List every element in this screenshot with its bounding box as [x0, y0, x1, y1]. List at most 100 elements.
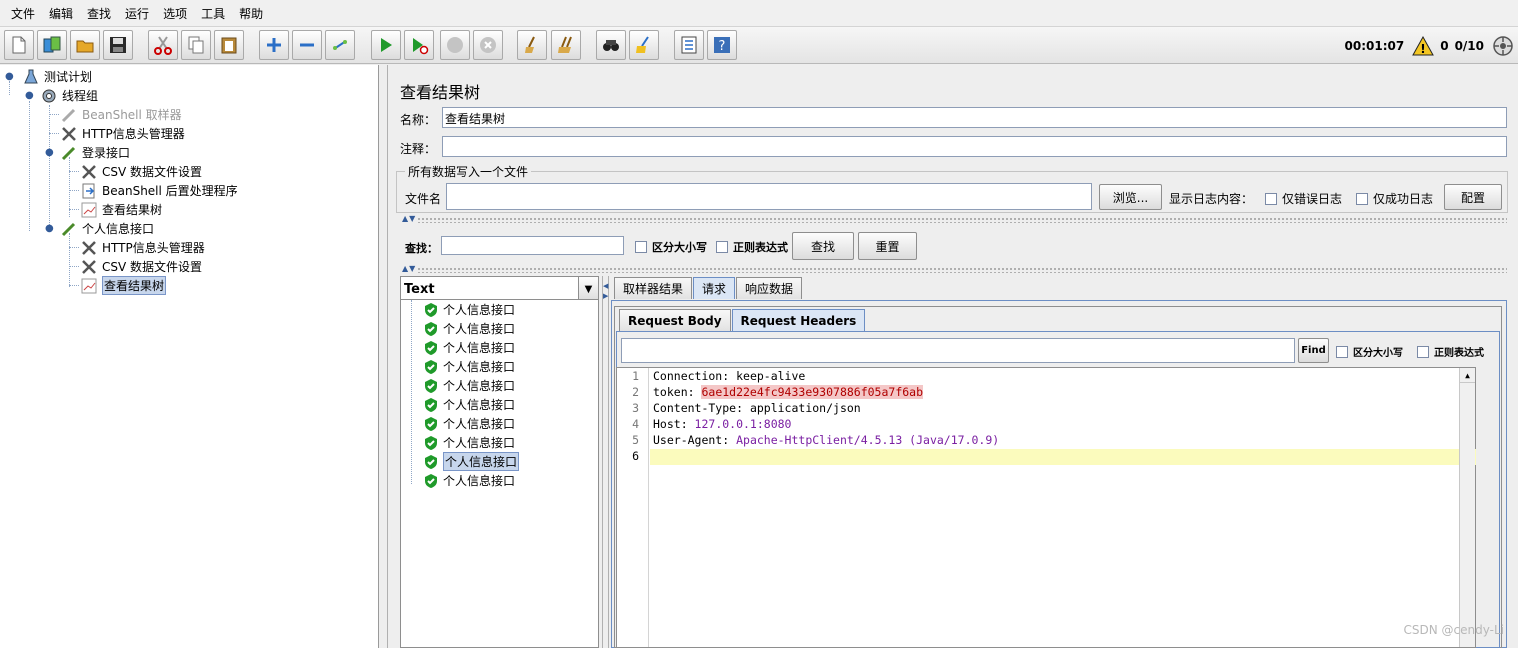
- search-label: 查找：: [405, 242, 438, 255]
- menu-run[interactable]: 运行: [118, 5, 156, 22]
- shutdown-button[interactable]: [473, 30, 503, 60]
- tab-request-headers[interactable]: Request Headers: [731, 309, 866, 331]
- scroll-up-icon[interactable]: ▲: [1460, 368, 1475, 383]
- stop-button[interactable]: [440, 30, 470, 60]
- headers-case-checkbox[interactable]: 区分大小写: [1336, 344, 1403, 359]
- chevron-down-icon[interactable]: ▼: [578, 277, 598, 301]
- cut-button[interactable]: [148, 30, 178, 60]
- list-item[interactable]: 个人信息接口: [423, 376, 515, 395]
- collapse-button[interactable]: [292, 30, 322, 60]
- paste-button[interactable]: [214, 30, 244, 60]
- configure-button[interactable]: 配置: [1444, 184, 1502, 210]
- collapse-arrows-icon[interactable]: ▲▼: [402, 214, 416, 223]
- headers-regex-checkbox[interactable]: 正则表达式: [1417, 344, 1484, 359]
- headers-find-button[interactable]: Find: [1298, 338, 1329, 363]
- success-shield-icon: [423, 321, 439, 337]
- expand-toggle-icon[interactable]: ●: [45, 224, 54, 234]
- divider[interactable]: [417, 217, 1507, 223]
- editor-scrollbar[interactable]: ▲: [1459, 368, 1475, 647]
- results-splitter[interactable]: ◀ ▶: [602, 276, 609, 648]
- divider[interactable]: [417, 267, 1507, 273]
- headers-text-editor[interactable]: 1 Connection: keep-alive 2 token: 6ae1d2…: [616, 367, 1476, 648]
- list-item[interactable]: 个人信息接口: [423, 319, 515, 338]
- errors-only-checkbox[interactable]: 仅错误日志: [1265, 190, 1342, 207]
- tree-node-http-header-manager[interactable]: HTTP信息头管理器: [60, 124, 185, 143]
- copy-button[interactable]: [181, 30, 211, 60]
- wrench-icon: [80, 258, 98, 275]
- warning-icon[interactable]: !: [1412, 36, 1435, 56]
- menu-search[interactable]: 查找: [80, 5, 118, 22]
- menu-edit[interactable]: 编辑: [42, 5, 80, 22]
- expand-toggle-icon[interactable]: ●: [45, 148, 54, 158]
- open-icon: [76, 40, 94, 53]
- tree-node-view-results-tree-selected[interactable]: 查看结果树: [80, 276, 167, 295]
- list-item[interactable]: 个人信息接口: [423, 414, 515, 433]
- search-field[interactable]: [441, 236, 624, 255]
- menu-tools[interactable]: 工具: [194, 5, 232, 22]
- chart-icon: [80, 277, 98, 294]
- headers-search-field[interactable]: [621, 338, 1295, 363]
- open-button[interactable]: [70, 30, 100, 60]
- wrench-icon: [80, 239, 98, 256]
- menu-help[interactable]: 帮助: [232, 5, 270, 22]
- help-button[interactable]: ?: [707, 30, 737, 60]
- tree-node-view-results-tree[interactable]: 查看结果树: [80, 200, 162, 219]
- browse-button[interactable]: 浏览...: [1099, 184, 1162, 210]
- tree-node-beanshell-postprocessor[interactable]: BeanShell 后置处理程序: [80, 181, 238, 200]
- remote-status-icon[interactable]: [1492, 35, 1514, 57]
- regex-checkbox[interactable]: 正则表达式: [716, 239, 788, 255]
- templates-button[interactable]: [37, 30, 67, 60]
- list-item-selected[interactable]: 个人信息接口: [423, 452, 520, 471]
- tree-node-test-plan[interactable]: 测试计划: [22, 67, 92, 86]
- list-item[interactable]: 个人信息接口: [423, 338, 515, 357]
- menu-options[interactable]: 选项: [156, 5, 194, 22]
- menu-file[interactable]: 文件: [4, 5, 42, 22]
- reset-button[interactable]: 重置: [858, 232, 917, 260]
- splitter-arrow-left-icon[interactable]: ◀: [603, 282, 608, 290]
- new-button[interactable]: [4, 30, 34, 60]
- success-only-checkbox[interactable]: 仅成功日志: [1356, 190, 1433, 207]
- comment-field[interactable]: [442, 136, 1507, 157]
- tab-request[interactable]: 请求: [693, 277, 736, 299]
- search-button[interactable]: [596, 30, 626, 60]
- tab-response-data[interactable]: 响应数据: [736, 277, 803, 299]
- expand-toggle-icon[interactable]: ●: [5, 72, 14, 82]
- toggle-button[interactable]: [325, 30, 355, 60]
- filename-field[interactable]: [446, 183, 1092, 210]
- list-item[interactable]: 个人信息接口: [423, 395, 515, 414]
- tree-node-label: CSV 数据文件设置: [102, 260, 203, 274]
- list-item[interactable]: 个人信息接口: [423, 300, 515, 319]
- tree-node-csv-data-set[interactable]: CSV 数据文件设置: [80, 257, 202, 276]
- tab-request-body[interactable]: Request Body: [619, 309, 731, 331]
- case-sensitive-checkbox[interactable]: 区分大小写: [635, 239, 707, 255]
- name-field[interactable]: 查看结果树: [442, 107, 1507, 128]
- splitter-arrow-right-icon[interactable]: ▶: [603, 292, 608, 300]
- tree-node-http-header-manager[interactable]: HTTP信息头管理器: [80, 238, 205, 257]
- tab-sampler-result[interactable]: 取样器结果: [614, 277, 693, 299]
- list-item[interactable]: 个人信息接口: [423, 357, 515, 376]
- tree-node-label: HTTP信息头管理器: [102, 241, 205, 255]
- tree-node-profile-api[interactable]: 个人信息接口: [60, 219, 154, 238]
- find-button[interactable]: 查找: [792, 232, 854, 260]
- tree-node-csv-data-set[interactable]: CSV 数据文件设置: [80, 162, 202, 181]
- tree-node-beanshell-sampler[interactable]: BeanShell 取样器: [60, 105, 182, 124]
- wrench-icon: [80, 163, 98, 180]
- code-line: Connection: keep-alive: [653, 369, 806, 383]
- clear-all-button[interactable]: [551, 30, 581, 60]
- copy-icon: [188, 36, 204, 54]
- list-item[interactable]: 个人信息接口: [423, 433, 515, 452]
- success-shield-icon: [423, 416, 439, 432]
- start-button[interactable]: [371, 30, 401, 60]
- clear-button[interactable]: [517, 30, 547, 60]
- function-helper-button[interactable]: [674, 30, 704, 60]
- expand-toggle-icon[interactable]: ●: [25, 91, 34, 101]
- save-button[interactable]: [103, 30, 133, 60]
- list-item[interactable]: 个人信息接口: [423, 471, 515, 490]
- start-no-pause-button[interactable]: [404, 30, 434, 60]
- main-splitter[interactable]: [380, 65, 388, 648]
- tree-node-thread-group[interactable]: 线程组: [40, 86, 98, 105]
- expand-button[interactable]: [259, 30, 289, 60]
- reset-search-button[interactable]: [629, 30, 659, 60]
- collapse-arrows-icon[interactable]: ▲▼: [402, 264, 416, 273]
- tree-node-login-api[interactable]: 登录接口: [60, 143, 130, 162]
